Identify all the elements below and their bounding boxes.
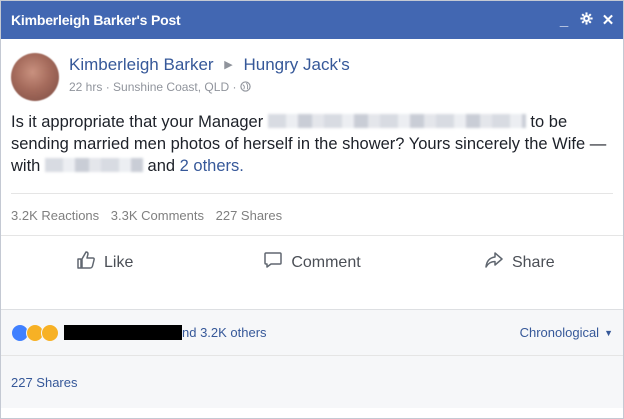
globe-icon	[240, 80, 251, 94]
redacted-names	[64, 325, 182, 340]
sort-label: Chronological	[519, 325, 600, 340]
blurred-name	[267, 114, 526, 128]
reaction-emojis[interactable]	[11, 323, 59, 342]
target-page-name[interactable]: Hungry Jack's	[244, 55, 350, 74]
comments-count[interactable]: 3.3K Comments	[111, 208, 204, 223]
tagged-others-link[interactable]: 2 others.	[180, 157, 244, 175]
post-content: Kimberleigh Barker ▶ Hungry Jack's 22 hr…	[1, 39, 623, 235]
action-bar: Like Comment Share	[1, 235, 623, 289]
reactions-count[interactable]: 3.2K Reactions	[11, 208, 99, 223]
like-label: Like	[103, 253, 134, 271]
like-button[interactable]: Like	[1, 250, 208, 275]
popup-titlebar: Kimberleigh Barker's Post _ ✕	[1, 1, 623, 39]
share-icon	[484, 250, 504, 275]
arrow-right-icon: ▶	[224, 59, 233, 71]
post-text: Is it appropriate that your Manager to b…	[11, 113, 607, 175]
avatar[interactable]	[11, 53, 59, 101]
popup-title: Kimberleigh Barker's Post	[11, 12, 181, 28]
reactors-others-link[interactable]: nd 3.2K others	[182, 325, 267, 340]
author-name[interactable]: Kimberleigh Barker	[69, 55, 214, 74]
reactions-row: nd 3.2K others Chronological ▼	[1, 310, 623, 356]
blurred-tagged-name	[44, 158, 143, 172]
post-time[interactable]: 22 hrs	[69, 80, 102, 94]
gear-icon[interactable]	[579, 11, 593, 29]
share-label: Share	[511, 253, 555, 271]
shares-count[interactable]: 227 Shares	[216, 208, 283, 223]
engagement-counts: 3.2K Reactions 3.3K Comments 227 Shares	[11, 193, 613, 235]
post-popup-window: Kimberleigh Barker's Post _ ✕ Kimberleig…	[0, 0, 624, 419]
close-icon[interactable]: ✕	[601, 11, 615, 29]
wow-reaction-icon	[41, 323, 59, 342]
post-footer: nd 3.2K others Chronological ▼ 227 Share…	[1, 309, 623, 408]
post-location[interactable]: Sunshine Coast, QLD	[113, 80, 229, 94]
comment-label: Comment	[291, 253, 361, 271]
share-button[interactable]: Share	[416, 250, 623, 275]
comment-icon	[263, 250, 283, 275]
sort-dropdown[interactable]: Chronological ▼	[520, 325, 613, 340]
caret-down-icon: ▼	[604, 327, 613, 338]
thumbs-up-icon	[76, 250, 96, 275]
comment-button[interactable]: Comment	[208, 250, 415, 275]
shares-row: 227 Shares	[1, 356, 623, 408]
post-meta: 22 hrs · Sunshine Coast, QLD ·	[69, 80, 350, 94]
minimize-icon[interactable]: _	[557, 12, 571, 29]
shares-link[interactable]: 227 Shares	[11, 375, 78, 390]
